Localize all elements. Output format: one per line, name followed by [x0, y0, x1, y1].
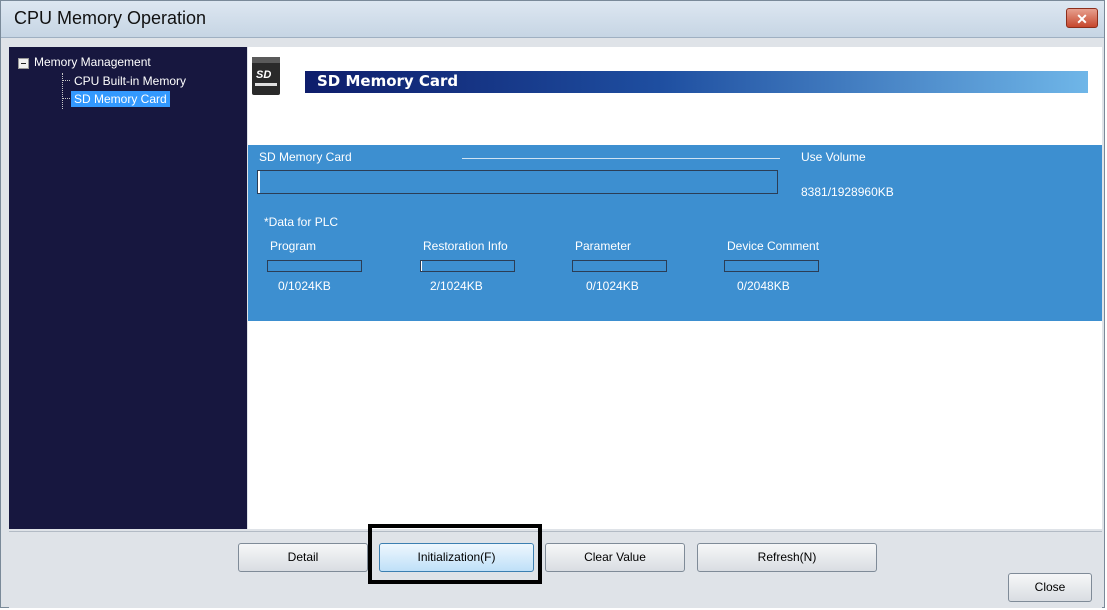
device-comment-usage-bar: [724, 260, 819, 272]
close-x-icon[interactable]: ✕: [1066, 8, 1098, 28]
memory-tree-panel: Memory Management CPU Built-in Memory SD…: [9, 47, 247, 529]
tree-connector-line: [62, 98, 70, 99]
data-for-plc-label: *Data for PLC: [264, 215, 339, 229]
restoration-info-value: 2/1024KB: [430, 279, 483, 293]
sd-card-strip: [252, 57, 280, 63]
window-title: CPU Memory Operation: [14, 8, 207, 28]
tree-connector-line: [62, 80, 70, 81]
device-comment-label: Device Comment: [727, 239, 820, 253]
use-volume-value: 8381/1928960KB: [801, 185, 894, 199]
button-bar: Detail Initialization(F) Clear Value Ref…: [9, 531, 1102, 608]
tree-connector-line: [62, 73, 63, 109]
refresh-button[interactable]: Refresh(N): [697, 543, 877, 572]
close-button[interactable]: Close: [1008, 573, 1092, 602]
sd-card-notch: [255, 83, 277, 86]
title-bar: CPU Memory Operation ✕: [1, 1, 1104, 38]
device-comment-value: 0/2048KB: [737, 279, 790, 293]
parameter-label: Parameter: [575, 239, 632, 253]
highlight-box: [368, 524, 542, 584]
tree-item-cpu-built-in-memory[interactable]: CPU Built-in Memory: [71, 73, 189, 89]
clear-value-button[interactable]: Clear Value: [545, 543, 685, 572]
cpu-memory-operation-window: CPU Memory Operation ✕ Memory Management…: [0, 0, 1105, 608]
restoration-info-usage-bar: [420, 260, 515, 272]
collapse-icon[interactable]: [18, 58, 29, 69]
detail-button[interactable]: Detail: [238, 543, 368, 572]
panel-title: SD Memory Card: [317, 72, 459, 90]
sd-usage-bar-fill: [258, 171, 261, 193]
parameter-value: 0/1024KB: [586, 279, 639, 293]
tree-root-label: Memory Management: [34, 55, 151, 69]
sd-card-logo: SD: [256, 69, 272, 81]
program-value: 0/1024KB: [278, 279, 331, 293]
detail-panel: SD SD Memory Card SD Memory Card Use Vol…: [248, 47, 1102, 529]
program-usage-bar: [267, 260, 362, 272]
sd-usage-bar: [257, 170, 778, 194]
tree-item-sd-memory-card[interactable]: SD Memory Card: [71, 91, 170, 107]
sd-card-icon: SD: [252, 57, 280, 95]
memory-tree: Memory Management CPU Built-in Memory SD…: [9, 47, 247, 529]
program-label: Program: [270, 239, 317, 253]
usage-info-panel: SD Memory Card Use Volume 8381/1928960KB…: [248, 145, 1102, 321]
restoration-info-label: Restoration Info: [423, 239, 508, 253]
use-volume-label: Use Volume: [801, 150, 866, 164]
parameter-usage-bar: [572, 260, 667, 272]
section-label: SD Memory Card: [259, 150, 352, 164]
section-divider: [462, 158, 780, 159]
panel-header-bar: SD Memory Card: [305, 71, 1088, 93]
